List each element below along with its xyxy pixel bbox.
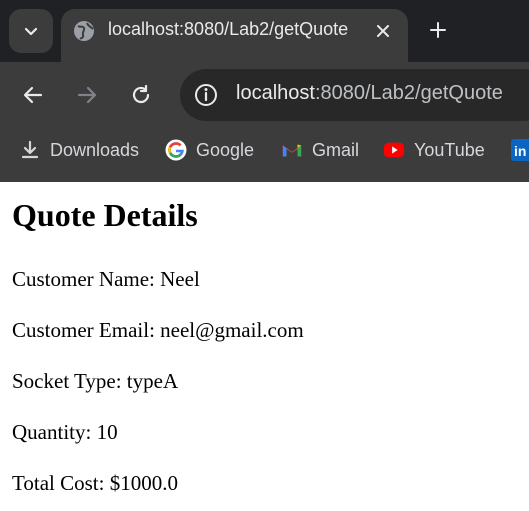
bookmark-label: Downloads — [50, 139, 140, 160]
bookmark-label: Gmail — [312, 139, 360, 160]
linkedin-icon: in — [511, 139, 529, 161]
svg-text:in: in — [514, 143, 526, 159]
arrow-left-icon — [23, 86, 43, 104]
back-button[interactable] — [17, 79, 49, 111]
globe-icon — [74, 21, 94, 41]
bookmark-youtube[interactable]: YouTube — [383, 137, 485, 163]
bookmark-label: YouTube — [414, 139, 485, 160]
reload-icon — [132, 84, 150, 104]
google-icon — [165, 139, 187, 161]
chevron-down-icon — [24, 27, 38, 36]
url-host: localhost — [236, 82, 315, 104]
page-content: Quote Details Customer Name: Neel Custom… — [12, 182, 522, 495]
customer-name-text: Customer Name: Neel — [12, 267, 200, 291]
quantity-text: Quantity: 10 — [12, 420, 118, 444]
arrow-right-icon — [77, 86, 97, 104]
bookmark-google[interactable]: Google — [165, 137, 254, 163]
bookmark-gmail[interactable]: Gmail — [281, 137, 359, 163]
site-info-icon[interactable] — [192, 81, 220, 109]
bookmark-linkedin[interactable]: in — [511, 137, 529, 163]
reload-button[interactable] — [125, 79, 157, 111]
bookmark-downloads[interactable]: Downloads — [19, 137, 139, 163]
url-text[interactable]: localhost:8080/Lab2/getQuote — [236, 82, 503, 105]
close-icon — [377, 25, 389, 37]
tab-search-button[interactable] — [9, 9, 53, 53]
youtube-icon — [383, 139, 405, 161]
total-cost-text: Total Cost: $1000.0 — [12, 471, 178, 495]
page-title: Quote Details — [12, 197, 198, 233]
bookmark-label: Google — [196, 139, 255, 160]
active-tab[interactable]: localhost:8080/Lab2/getQuote — [61, 9, 408, 62]
customer-email-text: Customer Email: neel@gmail.com — [12, 318, 304, 342]
url-path: :8080/Lab2/getQuote — [314, 82, 503, 104]
browser-chrome: localhost:8080/Lab2/getQuote localhost:8… — [0, 0, 529, 182]
download-icon — [19, 139, 41, 161]
address-bar[interactable]: localhost:8080/Lab2/getQuote — [180, 69, 529, 121]
socket-type-text: Socket Type: typeA — [12, 369, 179, 393]
new-tab-button[interactable] — [424, 16, 452, 44]
tab-strip: localhost:8080/Lab2/getQuote — [0, 0, 529, 62]
forward-button[interactable] — [71, 79, 103, 111]
gmail-icon — [281, 139, 303, 161]
tab-title: localhost:8080/Lab2/getQuote — [108, 19, 349, 39]
plus-icon — [430, 22, 446, 38]
tab-close-button[interactable] — [371, 19, 395, 43]
